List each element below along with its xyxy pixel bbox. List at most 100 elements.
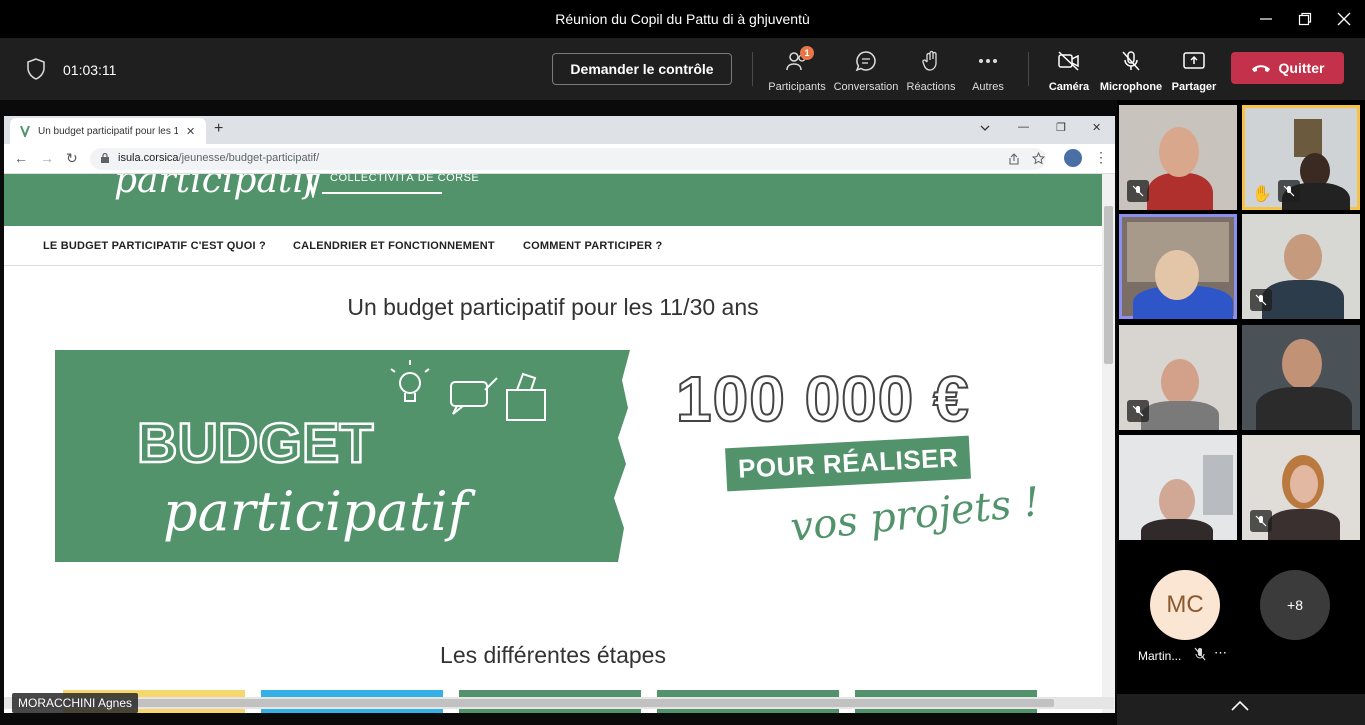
presenter-name-tag: MORACCHINI Agnes (12, 693, 139, 713)
tab-title: Un budget participatif pour les 1 (38, 125, 178, 137)
participant-body (1147, 173, 1213, 210)
shield-icon (27, 58, 45, 80)
share-screen-icon (1183, 52, 1205, 69)
meeting-timer: 01:03:11 (63, 62, 117, 78)
microphone-button[interactable]: Microphone (1096, 50, 1166, 93)
participant-video-tile[interactable] (1242, 325, 1360, 430)
microphone-label: Microphone (1099, 81, 1163, 93)
participant-face (1155, 250, 1199, 300)
projets-text: vos projets ! (788, 479, 1042, 551)
bookmark-star-icon[interactable] (1032, 152, 1045, 165)
maximize-button[interactable] (1294, 8, 1316, 30)
restore-icon (1298, 12, 1312, 26)
url-text: isula.corsica/jeunesse/budget-participat… (118, 152, 319, 164)
raised-hand-icon: ✋ (1252, 186, 1272, 203)
leave-meeting-button[interactable]: Quitter (1231, 52, 1344, 84)
steps-heading: Les différentes étapes (440, 642, 666, 668)
participant-video-tile[interactable] (1119, 105, 1237, 210)
back-icon[interactable]: ← (14, 150, 28, 166)
participant-video-tile-speaking[interactable]: ✋ (1242, 105, 1360, 210)
close-window-button[interactable] (1333, 8, 1355, 30)
logo-underline (322, 192, 442, 194)
shared-horizontal-scrollbar[interactable] (4, 697, 1114, 709)
conversation-button[interactable]: Conversation (831, 50, 901, 93)
page-scrollbar[interactable] (1102, 174, 1115, 713)
meeting-toolbar: 01:03:11 Demander le contrôle 1 Particip… (0, 38, 1365, 100)
participant-video-tile[interactable] (1119, 325, 1237, 430)
nav-item-participer[interactable]: COMMENT PARTICIPER ? (523, 240, 662, 252)
horizontal-scrollbar-thumb[interactable] (64, 699, 1054, 707)
participant-video-tile[interactable] (1119, 435, 1237, 540)
address-bar: ← → ↻ isula.corsica/jeunesse/budget-part… (4, 144, 1115, 174)
browser-window: Un budget participatif pour les 1 ✕ + — … (4, 116, 1115, 713)
mic-off-icon (1132, 185, 1144, 197)
share-page-icon[interactable] (1008, 153, 1020, 165)
participant-face (1159, 479, 1195, 523)
window-title: Réunion du Copil du Pattu di à ghjuventù (555, 11, 810, 27)
mic-off-icon (1194, 647, 1206, 661)
more-dots-icon (979, 59, 997, 63)
conversation-label: Conversation (833, 81, 899, 93)
browser-minimize-icon[interactable]: — (1018, 121, 1029, 133)
chevron-up-icon[interactable] (1230, 700, 1250, 712)
forward-icon[interactable]: → (40, 150, 54, 166)
participant-options-icon[interactable]: ⋯ (1214, 645, 1227, 661)
participant-body (1268, 509, 1340, 540)
participants-badge: 1 (800, 46, 814, 60)
site-header: participatif COLLECTIVITÀ DE CORSE (4, 174, 1102, 226)
reload-icon[interactable]: ↻ (66, 150, 78, 167)
site-nav: LE BUDGET PARTICIPATIF C'EST QUOI ? CALE… (4, 226, 1102, 266)
minimize-icon (1260, 18, 1272, 20)
participant-video-tile[interactable] (1242, 435, 1360, 540)
close-icon (1337, 12, 1351, 26)
site-logo[interactable]: participatif (114, 174, 317, 201)
leave-label: Quitter (1278, 60, 1325, 76)
participant-body (1141, 401, 1219, 430)
nav-item-calendrier[interactable]: CALENDRIER ET FONCTIONNEMENT (293, 240, 495, 252)
site-favicon-icon (20, 125, 30, 137)
mic-off-icon (1255, 515, 1267, 527)
url-path: /jeunesse/budget-participatif/ (178, 152, 320, 164)
hang-up-icon (1251, 65, 1270, 72)
participant-body (1262, 280, 1344, 319)
more-label: Autres (972, 81, 1004, 93)
participants-button[interactable]: 1 Participants (762, 46, 832, 93)
browser-menu-icon[interactable]: ⋮ (1094, 149, 1108, 166)
nav-item-budget[interactable]: LE BUDGET PARTICIPATIF C'EST QUOI ? (43, 240, 266, 252)
muted-mic-badge (1250, 289, 1272, 311)
page-scrollbar-thumb[interactable] (1104, 206, 1113, 364)
participant-face (1290, 465, 1318, 503)
camera-label: Caméra (1048, 81, 1090, 93)
profile-avatar[interactable] (1064, 149, 1082, 167)
banner-title: BUDGET (137, 411, 373, 474)
url-field[interactable]: isula.corsica/jeunesse/budget-participat… (90, 148, 1046, 170)
realiser-badge: POUR RÉALISER (725, 435, 972, 492)
new-tab-icon[interactable]: + (214, 120, 223, 138)
request-control-button[interactable]: Demander le contrôle (552, 53, 732, 85)
mic-off-icon (1283, 185, 1295, 197)
raise-hand-icon (922, 50, 937, 71)
url-domain: isula.corsica (118, 152, 179, 164)
tab-close-icon[interactable]: ✕ (186, 125, 195, 138)
minimize-button[interactable] (1255, 8, 1277, 30)
participant-video-tile-pinned[interactable] (1119, 214, 1237, 319)
participant-body (1256, 387, 1352, 430)
camera-button[interactable]: Caméra (1034, 50, 1104, 93)
more-button[interactable]: Autres (953, 50, 1023, 93)
participants-label: Participants (768, 81, 826, 93)
camera-off-icon (1058, 51, 1079, 71)
participant-face (1159, 127, 1199, 177)
browser-tab[interactable]: Un budget participatif pour les 1 ✕ (10, 118, 206, 144)
participant-body (1141, 519, 1213, 540)
page-heading: Un budget participatif pour les 11/30 an… (347, 294, 759, 320)
browser-close-icon[interactable]: ✕ (1092, 121, 1101, 134)
share-button[interactable]: Partager (1159, 50, 1229, 93)
mic-off-icon (1122, 51, 1140, 71)
participant-avatar[interactable]: MC (1150, 570, 1220, 640)
more-participants-button[interactable]: +8 (1260, 570, 1330, 640)
muted-mic-badge (1278, 180, 1300, 202)
chat-icon (855, 51, 876, 72)
tab-search-icon[interactable] (980, 124, 990, 132)
browser-restore-icon[interactable]: ❐ (1056, 121, 1066, 134)
participant-video-tile[interactable] (1242, 214, 1360, 319)
